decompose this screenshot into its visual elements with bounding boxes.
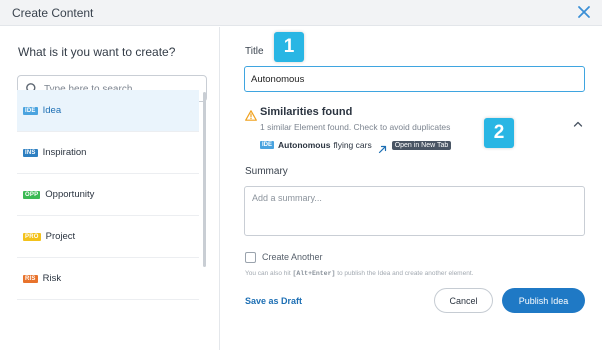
- type-badge: IDE: [23, 106, 38, 115]
- callout-number-2: 2: [484, 118, 514, 148]
- similar-element-badge: IDE: [260, 141, 275, 149]
- cancel-button[interactable]: Cancel: [434, 288, 493, 313]
- type-badge: PRO: [23, 232, 41, 241]
- chevron-up-icon[interactable]: [573, 115, 583, 127]
- type-label: Inspiration: [42, 147, 87, 158]
- type-badge: INS: [23, 148, 38, 157]
- dialog-title: Create Content: [12, 6, 94, 20]
- summary-label: Summary: [245, 166, 288, 177]
- type-item-project[interactable]: PRO Project: [17, 216, 199, 258]
- type-item-opportunity[interactable]: OPP Opportunity: [17, 174, 199, 216]
- external-link-icon[interactable]: [378, 141, 387, 153]
- similarities-title: Similarities found: [260, 106, 353, 118]
- type-label: Project: [45, 231, 76, 242]
- title-input[interactable]: [244, 66, 585, 92]
- create-another-checkbox[interactable]: [245, 252, 256, 263]
- save-as-draft-link[interactable]: Save as Draft: [245, 296, 302, 306]
- open-in-new-tab-tooltip: Open in New Tab: [391, 140, 452, 150]
- type-label: Idea: [42, 105, 62, 116]
- type-item-idea[interactable]: IDE Idea: [17, 90, 199, 132]
- warning-icon: [245, 108, 257, 121]
- similar-element-match[interactable]: Autonomous: [278, 140, 330, 150]
- list-scrollbar[interactable]: [203, 92, 206, 267]
- similar-element-row: IDE Autonomous flying cars Open in New T…: [260, 139, 452, 153]
- hint-shortcut: [Alt+Enter]: [292, 270, 336, 277]
- keyboard-hint: You can also hit [Alt+Enter] to publish …: [245, 270, 473, 277]
- type-badge: OPP: [23, 190, 41, 199]
- content-type-list: IDE Idea INS Inspiration OPP Opportunity PRO Pr…: [17, 90, 199, 300]
- dialog-header: Create Content: [0, 0, 602, 26]
- create-another-label[interactable]: Create Another: [262, 252, 323, 262]
- hint-text-end: to publish the Idea and create another e…: [337, 270, 474, 277]
- create-content-dialog: Create Content What is it you want to cr…: [0, 0, 602, 350]
- similarities-subtitle: 1 similar Element found. Check to avoid …: [260, 122, 451, 132]
- callout-number-1: 1: [274, 32, 304, 62]
- hint-text-start: You can also hit: [245, 270, 291, 277]
- type-item-inspiration[interactable]: INS Inspiration: [17, 132, 199, 174]
- summary-input[interactable]: [244, 186, 585, 236]
- type-label: Opportunity: [45, 189, 95, 200]
- similar-element-rest[interactable]: flying cars: [333, 140, 371, 150]
- type-label: Risk: [42, 273, 62, 284]
- type-item-risk[interactable]: RIS Risk: [17, 258, 199, 300]
- close-icon[interactable]: [576, 4, 592, 20]
- type-badge: RIS: [23, 274, 38, 283]
- publish-button[interactable]: Publish Idea: [502, 288, 585, 313]
- title-label: Title: [245, 46, 264, 57]
- panel-question: What is it you want to create?: [18, 45, 176, 59]
